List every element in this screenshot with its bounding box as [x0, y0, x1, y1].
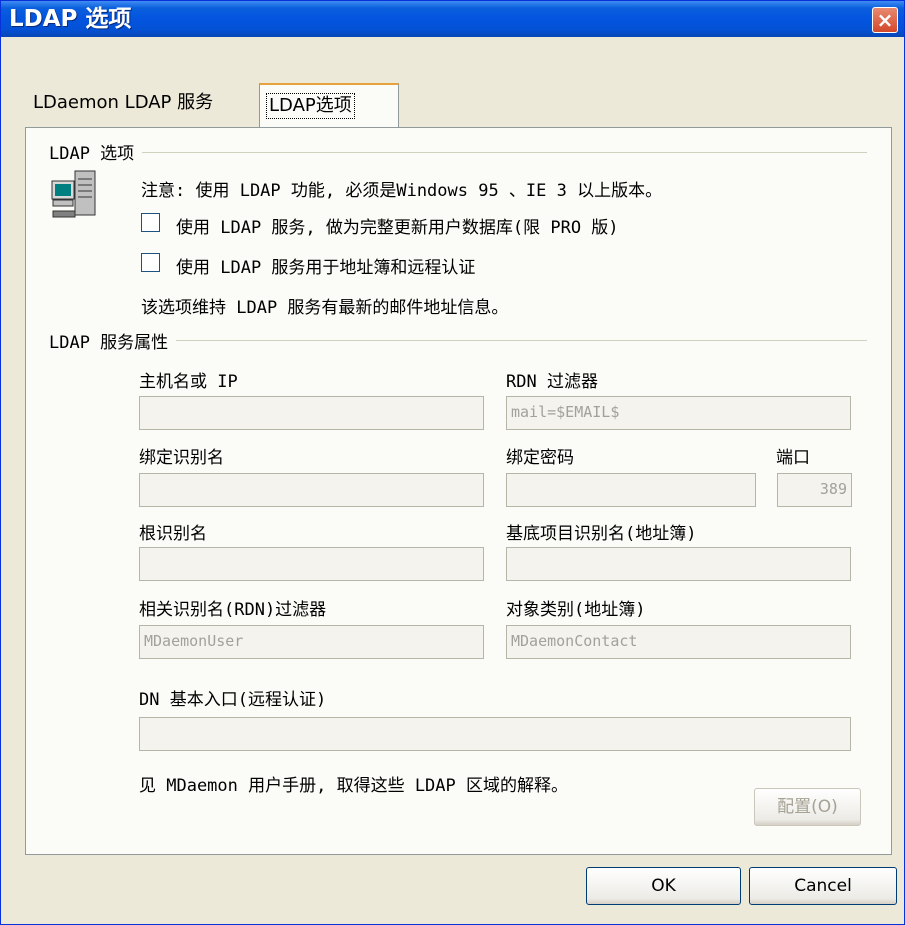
port-input[interactable]: 389: [777, 473, 852, 507]
windows-version-note: 注意: 使用 LDAP 功能, 必须是Windows 95 、IE 3 以上版本…: [141, 181, 663, 201]
checkbox-addressbook-auth-label[interactable]: 使用 LDAP 服务用于地址簿和远程认证: [176, 253, 475, 278]
computer-network-icon: [51, 170, 96, 218]
config-button[interactable]: 配置(O): [754, 788, 861, 826]
manual-note: 见 MDaemon 用户手册, 取得这些 LDAP 区域的解释。: [139, 776, 568, 796]
host-label: 主机名或 IP: [139, 372, 238, 392]
host-input[interactable]: [139, 396, 484, 430]
title-bar[interactable]: LDAP 选项 ×: [1, 1, 904, 37]
bind-dn-input[interactable]: [139, 473, 484, 507]
checkbox-full-update-label[interactable]: 使用 LDAP 服务, 做为完整更新用户数据库(限 PRO 版): [176, 213, 619, 238]
bind-dn-label: 绑定识别名: [139, 448, 224, 468]
rdn-filter-label: RDN 过滤器: [506, 372, 598, 392]
rdn-filter-input[interactable]: mail=$EMAIL$: [506, 396, 851, 430]
tab-ldap-options[interactable]: LDAP选项: [259, 83, 399, 129]
close-button[interactable]: ×: [872, 7, 898, 33]
tab-ldap-options-label: LDAP选项: [266, 93, 355, 119]
base-entry-input[interactable]: [506, 547, 851, 581]
rdn-filter2-label: 相关识别名(RDN)过滤器: [139, 600, 327, 620]
bind-password-label: 绑定密码: [506, 448, 574, 468]
close-icon: ×: [876, 8, 894, 32]
rdn-filter2-input[interactable]: MDaemonUser: [139, 625, 484, 659]
ldap-info-text: 该选项维持 LDAP 服务有最新的邮件地址信息。: [141, 298, 509, 318]
options-group-title: LDAP 选项: [49, 139, 143, 164]
object-class-label: 对象类别(地址簿): [506, 600, 646, 620]
props-group-title: LDAP 服务属性: [49, 328, 177, 353]
dn-entry-label: DN 基本入口(远程认证): [139, 690, 327, 710]
tab-ldaemon-ldap-service[interactable]: LDaemon LDAP 服务: [33, 91, 213, 115]
window-title: LDAP 选项: [9, 6, 132, 32]
options-group-divider: [49, 152, 867, 153]
port-label: 端口: [776, 448, 810, 468]
dn-entry-input[interactable]: [139, 717, 851, 751]
cancel-button[interactable]: Cancel: [749, 867, 897, 905]
checkbox-full-update[interactable]: [141, 213, 160, 232]
ok-button[interactable]: OK: [586, 867, 741, 905]
bind-password-input[interactable]: [506, 473, 756, 507]
object-class-input[interactable]: MDaemonContact: [506, 625, 851, 659]
checkbox-addressbook-auth[interactable]: [141, 253, 160, 272]
root-dn-label: 根识别名: [139, 524, 207, 544]
base-entry-label: 基底项目识别名(地址簿): [506, 524, 697, 544]
ldap-options-dialog: LDAP 选项 × LDaemon LDAP 服务 LDAP选项 LDAP 选项…: [0, 0, 905, 925]
root-dn-input[interactable]: [139, 547, 484, 581]
